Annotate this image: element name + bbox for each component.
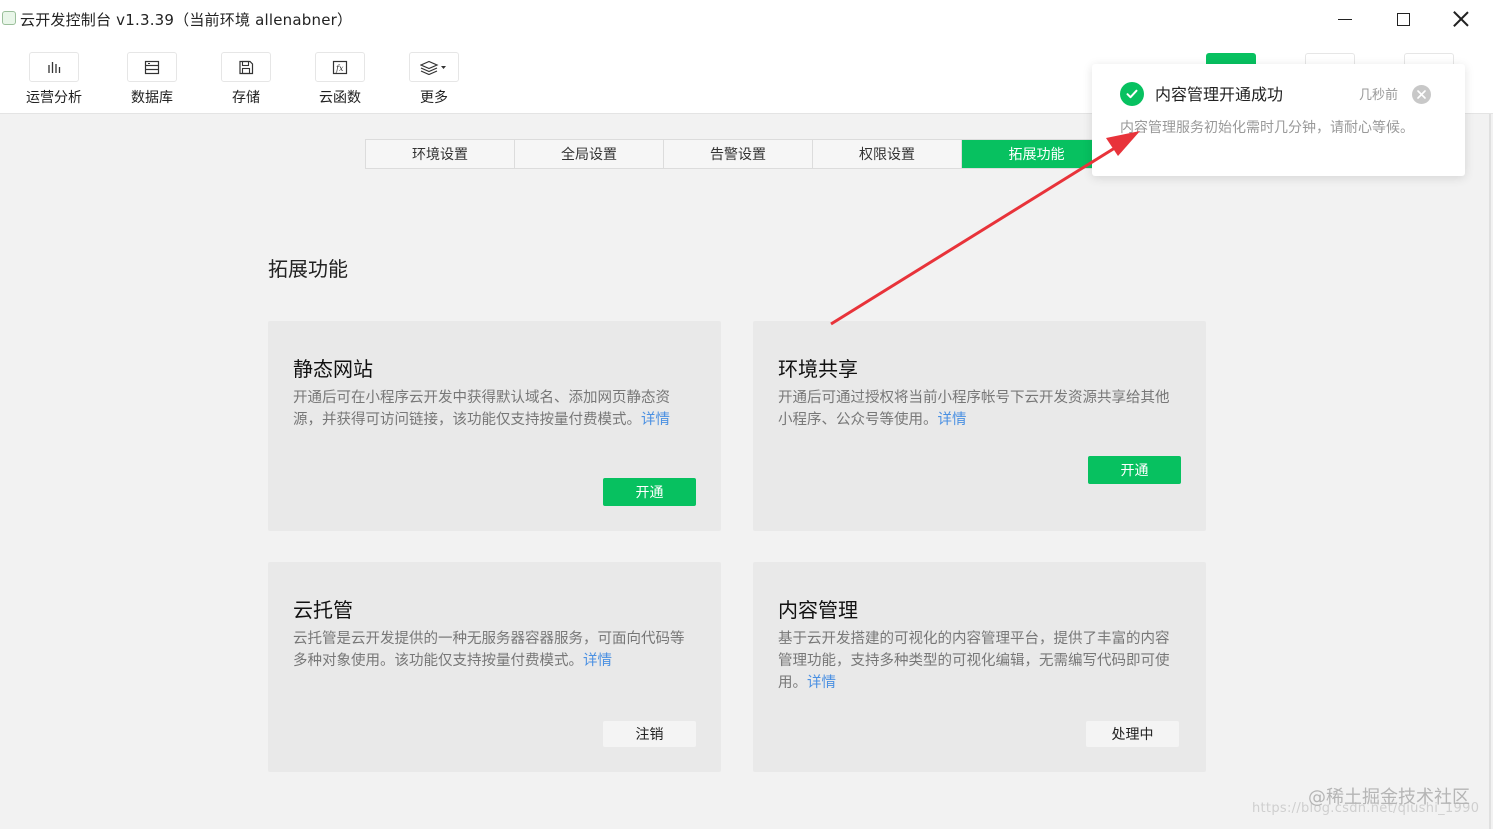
watermark: @稀土掘金技术社区 — [1308, 787, 1470, 808]
toolbar-label: 数据库 — [131, 90, 173, 106]
card-title: 云托管 — [293, 598, 353, 622]
storage-icon — [221, 52, 271, 82]
details-link[interactable]: 详情 — [641, 412, 670, 428]
maximize-icon — [1396, 12, 1410, 26]
minimize-icon — [1338, 18, 1352, 20]
card-static-website: 静态网站 开通后可在小程序云开发中获得默认域名、添加网页静态资源，并获得可访问链… — [268, 321, 721, 531]
close-icon — [1453, 11, 1469, 27]
card-title: 静态网站 — [293, 357, 373, 381]
database-icon — [127, 52, 177, 82]
toolbar-label: 更多 — [420, 90, 448, 106]
card-cloud-hosting: 云托管 云托管是云开发提供的一种无服务器容器服务，可面向代码等多种对象使用。该功… — [268, 562, 721, 772]
notification-close-icon[interactable] — [1412, 85, 1431, 104]
tab-extensions[interactable]: 拓展功能 — [962, 140, 1111, 168]
card-title: 环境共享 — [778, 357, 858, 381]
tab-alert-settings[interactable]: 告警设置 — [664, 140, 813, 168]
toolbar-label: 云函数 — [319, 90, 361, 106]
card-desc-text: 云托管是云开发提供的一种无服务器容器服务，可面向代码等多种对象使用。该功能仅支持… — [293, 631, 685, 669]
svg-text:fx: fx — [335, 64, 344, 73]
toolbar-storage-button[interactable]: 存储 — [206, 52, 286, 107]
enable-button[interactable]: 开通 — [603, 478, 696, 506]
card-content-management: 内容管理 基于云开发搭建的可视化的内容管理平台，提供了丰富的内容管理功能，支持多… — [753, 562, 1206, 772]
card-description: 开通后可在小程序云开发中获得默认域名、添加网页静态资源，并获得可访问链接，该功能… — [293, 387, 693, 431]
tab-env-settings[interactable]: 环境设置 — [366, 140, 515, 168]
bar-chart-icon — [29, 52, 79, 82]
settings-tabs: 环境设置 全局设置 告警设置 权限设置 拓展功能 — [365, 139, 1112, 169]
card-description: 基于云开发搭建的可视化的内容管理平台，提供了丰富的内容管理功能，支持多种类型的可… — [778, 628, 1178, 694]
layers-icon — [409, 52, 459, 82]
notification-time: 几秒前 — [1359, 88, 1399, 103]
toolbar-functions-button[interactable]: fx 云函数 — [300, 52, 380, 107]
maximize-button[interactable] — [1374, 0, 1432, 38]
card-title: 内容管理 — [778, 598, 858, 622]
details-link[interactable]: 详情 — [807, 675, 836, 691]
notification-title: 内容管理开通成功 — [1155, 85, 1284, 104]
toolbar-label: 存储 — [232, 90, 260, 106]
card-env-sharing: 环境共享 开通后可通过授权将当前小程序帐号下云开发资源共享给其他小程序、公众号等… — [753, 321, 1206, 531]
deactivate-button[interactable]: 注销 — [603, 721, 696, 747]
toolbar-analytics-button[interactable]: 运营分析 — [14, 52, 94, 107]
title-bar: 云开发控制台 v1.3.39（当前环境 allenabner） — [0, 0, 1493, 38]
success-notification: 内容管理开通成功 几秒前 内容管理服务初始化需时几分钟，请耐心等候。 — [1092, 64, 1465, 176]
toolbar-more-button[interactable]: 更多 — [394, 52, 474, 107]
tab-permission-settings[interactable]: 权限设置 — [813, 140, 962, 168]
card-desc-text: 开通后可在小程序云开发中获得默认域名、添加网页静态资源，并获得可访问链接，该功能… — [293, 390, 670, 428]
notification-message: 内容管理服务初始化需时几分钟，请耐心等候。 — [1120, 120, 1414, 136]
minimize-button[interactable] — [1316, 0, 1374, 38]
toolbar-database-button[interactable]: 数据库 — [112, 52, 192, 107]
card-desc-text: 基于云开发搭建的可视化的内容管理平台，提供了丰富的内容管理功能，支持多种类型的可… — [778, 631, 1170, 691]
window-title: 云开发控制台 v1.3.39（当前环境 allenabner） — [20, 10, 353, 29]
function-icon: fx — [315, 52, 365, 82]
details-link[interactable]: 详情 — [938, 412, 967, 428]
details-link[interactable]: 详情 — [583, 653, 612, 669]
close-window-button[interactable] — [1432, 0, 1490, 38]
app-icon — [2, 11, 16, 25]
scrollbar[interactable] — [1489, 114, 1491, 829]
page-title: 拓展功能 — [268, 257, 348, 281]
enable-button[interactable]: 开通 — [1088, 456, 1181, 484]
card-description: 开通后可通过授权将当前小程序帐号下云开发资源共享给其他小程序、公众号等使用。详情 — [778, 387, 1178, 431]
card-desc-text: 开通后可通过授权将当前小程序帐号下云开发资源共享给其他小程序、公众号等使用。 — [778, 390, 1170, 428]
success-check-icon — [1120, 82, 1144, 106]
processing-button: 处理中 — [1086, 721, 1179, 747]
toolbar-label: 运营分析 — [26, 90, 82, 106]
tab-global-settings[interactable]: 全局设置 — [515, 140, 664, 168]
card-description: 云托管是云开发提供的一种无服务器容器服务，可面向代码等多种对象使用。该功能仅支持… — [293, 628, 693, 672]
